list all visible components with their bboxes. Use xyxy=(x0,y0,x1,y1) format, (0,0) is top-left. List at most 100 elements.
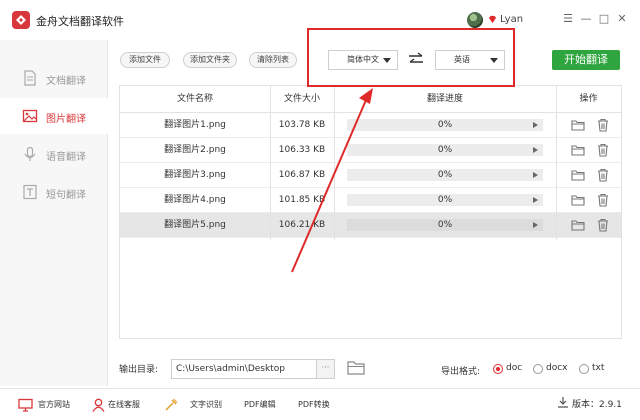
close-button[interactable]: ✕ xyxy=(614,11,630,27)
trash-icon[interactable] xyxy=(597,118,609,132)
pdf-edit-link[interactable]: PDF编辑 xyxy=(244,398,284,412)
sidebar-item-voice-translate[interactable]: 语音翻译 xyxy=(0,136,108,172)
play-icon[interactable] xyxy=(533,197,538,203)
file-name: 翻译图片2.png xyxy=(164,145,226,155)
progress-bar: 0% xyxy=(347,144,543,156)
ocr-icon xyxy=(165,398,178,411)
trash-icon[interactable] xyxy=(597,218,609,232)
play-icon[interactable] xyxy=(533,147,538,153)
trash-icon[interactable] xyxy=(597,143,609,157)
user-avatar[interactable] xyxy=(467,12,483,28)
sidebar-item-label: 短句翻译 xyxy=(46,190,86,201)
swap-languages-icon[interactable] xyxy=(407,51,425,67)
file-name: 翻译图片1.png xyxy=(164,120,226,130)
play-icon[interactable] xyxy=(533,122,538,128)
browse-button[interactable]: ··· xyxy=(317,359,335,379)
username[interactable]: Lyan xyxy=(500,14,523,25)
footer-label: 文字识别 xyxy=(190,400,222,409)
source-language-select[interactable]: 简体中文 xyxy=(328,50,398,70)
progress-text: 0% xyxy=(437,170,453,180)
online-support-link[interactable]: 在线客服 xyxy=(92,398,150,412)
file-name: 翻译图片5.png xyxy=(164,220,226,230)
table-row[interactable]: 翻译图片4.png 101.85 KB 0% xyxy=(120,188,621,213)
trash-icon[interactable] xyxy=(597,193,609,207)
format-label-doc: doc xyxy=(506,363,523,373)
column-divider xyxy=(556,86,557,240)
table-row[interactable]: 翻译图片1.png 103.78 KB 0% xyxy=(120,113,621,138)
output-directory-input[interactable]: C:\Users\admin\Desktop xyxy=(171,359,317,379)
table-row[interactable]: 翻译图片2.png 106.33 KB 0% xyxy=(120,138,621,163)
microphone-icon xyxy=(24,146,36,161)
start-translate-button[interactable]: 开始翻译 xyxy=(552,50,620,70)
progress-bar: 0% xyxy=(347,119,543,131)
format-radio-docx[interactable] xyxy=(533,364,543,374)
table-row[interactable]: 翻译图片5.png 106.21 KB 0% xyxy=(120,213,621,238)
folder-icon[interactable] xyxy=(571,119,585,131)
vip-diamond-icon xyxy=(488,15,497,24)
sidebar-item-label: 文档翻译 xyxy=(46,76,86,87)
progress-bar: 0% xyxy=(347,219,543,231)
version-download-icon[interactable] xyxy=(557,396,569,408)
monitor-icon xyxy=(18,398,33,412)
sidebar: 文档翻译 图片翻译 语音翻译 短句翻译 xyxy=(0,40,108,386)
maximize-button[interactable]: □ xyxy=(596,11,612,27)
progress-text: 0% xyxy=(437,120,453,130)
column-header-progress: 翻译进度 xyxy=(426,94,463,104)
file-size: 106.21 KB xyxy=(278,220,326,230)
file-name: 翻译图片4.png xyxy=(164,195,226,205)
folder-icon[interactable] xyxy=(571,144,585,156)
footer-bar: 官方网站 在线客服 文字识别 PDF编辑 PDF转换 xyxy=(0,388,640,420)
footer-label: PDF转换 xyxy=(298,400,330,409)
menu-icon[interactable]: ☰ xyxy=(560,11,576,27)
pdf-convert-link[interactable]: PDF转换 xyxy=(298,398,338,412)
sidebar-item-sentence-translate[interactable]: 短句翻译 xyxy=(0,174,108,210)
text-recognition-link[interactable]: 文字识别 xyxy=(164,398,222,412)
file-size: 106.87 KB xyxy=(278,170,326,180)
official-website-link[interactable]: 官方网站 xyxy=(18,398,76,412)
column-header-size: 文件大小 xyxy=(283,94,320,104)
sidebar-item-image-translate[interactable]: 图片翻译 xyxy=(0,98,108,134)
folder-icon[interactable] xyxy=(571,194,585,206)
progress-text: 0% xyxy=(437,195,453,205)
play-icon[interactable] xyxy=(533,222,538,228)
version-label: 版本：2.9.1 xyxy=(572,400,622,410)
file-size: 106.33 KB xyxy=(278,145,326,155)
progress-text: 0% xyxy=(437,145,453,155)
file-name: 翻译图片3.png xyxy=(164,170,226,180)
add-file-button[interactable]: 添加文件 xyxy=(120,52,170,68)
folder-icon[interactable] xyxy=(571,219,585,231)
chevron-down-icon xyxy=(383,58,391,63)
format-label-docx: docx xyxy=(546,363,568,373)
progress-bar: 0% xyxy=(347,194,543,206)
document-icon xyxy=(24,70,36,86)
add-folder-button[interactable]: 添加文件夹 xyxy=(183,52,237,68)
progress-text: 0% xyxy=(437,220,453,230)
image-icon xyxy=(22,109,38,123)
sidebar-item-label: 图片翻译 xyxy=(46,114,86,125)
progress-bar: 0% xyxy=(347,169,543,181)
sidebar-item-document-translate[interactable]: 文档翻译 xyxy=(0,60,108,96)
title-bar: 金舟文档翻译软件 Lyan ☰ — □ ✕ xyxy=(0,0,640,40)
file-table: 文件名称 文件大小 翻译进度 操作 翻译图片1.png 103.78 KB 0%… xyxy=(119,85,622,339)
table-header: 文件名称 文件大小 翻译进度 操作 xyxy=(120,86,621,113)
column-divider xyxy=(334,86,335,240)
target-language-select[interactable]: 英语 xyxy=(435,50,505,70)
chevron-down-icon xyxy=(490,58,498,63)
table-row[interactable]: 翻译图片3.png 106.87 KB 0% xyxy=(120,163,621,188)
app-logo-icon xyxy=(12,11,30,29)
format-radio-txt[interactable] xyxy=(579,364,589,374)
play-icon[interactable] xyxy=(533,172,538,178)
format-radio-doc[interactable] xyxy=(493,364,503,374)
column-divider xyxy=(270,86,271,240)
footer-label: 在线客服 xyxy=(108,400,140,409)
trash-icon[interactable] xyxy=(597,168,609,182)
app-title: 金舟文档翻译软件 xyxy=(36,15,124,28)
column-header-actions: 操作 xyxy=(579,94,598,104)
open-folder-icon[interactable] xyxy=(347,360,365,375)
export-format-label: 导出格式: xyxy=(441,367,481,377)
clear-list-button[interactable]: 清除列表 xyxy=(249,52,297,68)
folder-icon[interactable] xyxy=(571,169,585,181)
file-size: 101.85 KB xyxy=(278,195,326,205)
minimize-button[interactable]: — xyxy=(578,11,594,27)
format-label-txt: txt xyxy=(592,363,605,373)
